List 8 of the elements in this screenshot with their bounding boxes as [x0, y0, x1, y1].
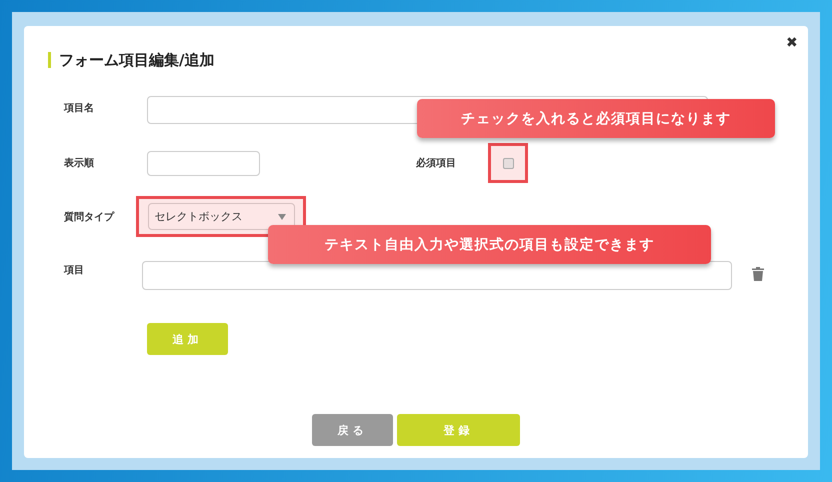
- hint-tooltip: チェックを入れると必須項目になります: [417, 99, 775, 138]
- field-label: 項目名: [64, 102, 95, 115]
- field-label: 項目: [64, 264, 85, 277]
- hint-tooltip: テキスト自由入力や選択式の項目も設定できます: [268, 225, 711, 264]
- field-label: 質問タイプ: [64, 210, 116, 224]
- field-label: 必須項目: [416, 156, 457, 170]
- dialog-title: フォーム項目編集/追加: [59, 50, 214, 70]
- field-label: 表示順: [64, 156, 95, 170]
